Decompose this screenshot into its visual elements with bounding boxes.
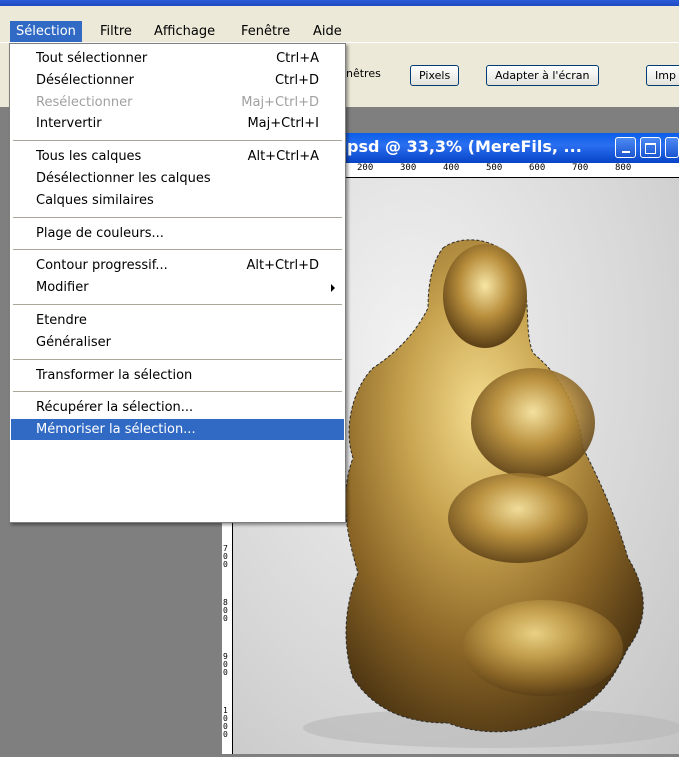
options-partial-label: nêtres: [346, 67, 381, 80]
menu-item-shortcut: Maj+Ctrl+D: [241, 94, 319, 110]
menu-item[interactable]: Désélectionner les calques: [11, 168, 344, 189]
menu-item-label: Intervertir: [36, 116, 102, 132]
sculpture-child: [471, 368, 595, 478]
menu-separator: [13, 304, 342, 305]
sculpture-head: [443, 244, 527, 348]
close-button[interactable]: [665, 137, 679, 158]
menu-item-label: Etendre: [36, 313, 87, 328]
menu-item-shortcut: Alt+Ctrl+A: [247, 149, 319, 165]
menu-item[interactable]: Intervertir Maj+Ctrl+I: [11, 113, 344, 134]
ruler-tick: 600: [529, 163, 546, 173]
menu-item-shortcut: Ctrl+A: [276, 51, 319, 66]
menu-aide[interactable]: Aide: [307, 21, 348, 43]
selection-dropdown-menu: Tout sélectionner Ctrl+A Désélectionner Ctr…: [9, 43, 346, 523]
menu-item-label: Contour progressif...: [36, 258, 168, 274]
menu-separator: [13, 216, 342, 218]
menu-item-label: Généraliser: [36, 334, 111, 350]
ruler-label: 7 0 0: [223, 544, 228, 569]
menu-item[interactable]: Etendre: [11, 310, 344, 331]
minimize-button[interactable]: [615, 137, 636, 158]
menu-separator: [13, 140, 342, 142]
menu-item[interactable]: Tous les calques Alt+Ctrl+A: [11, 146, 344, 167]
menu-item[interactable]: Mémoriser la sélection...: [11, 419, 344, 441]
menu-item[interactable]: Calques similaires: [11, 190, 344, 211]
ruler-label: 1 0 0 0: [223, 706, 228, 739]
maximize-icon: [645, 143, 656, 154]
menu-item[interactable]: Généraliser: [11, 332, 344, 353]
menu-item-label: Calques similaires: [36, 192, 154, 208]
maximize-button[interactable]: [640, 137, 661, 158]
menu-item-label: Récupérer la sélection...: [36, 400, 194, 416]
sculpture-knees: [448, 473, 588, 563]
menu-item-label: Mémoriser la sélection...: [36, 422, 196, 438]
menu-item-label: Désélectionner les calques: [36, 171, 211, 186]
ruler-tick: 500: [486, 163, 503, 173]
ruler-tick: 400: [443, 163, 460, 173]
menu-item[interactable]: Récupérer la sélection...: [11, 397, 344, 418]
fit-screen-button[interactable]: Adapter à l'écran: [486, 65, 599, 86]
menu-item-label: Transformer la sélection: [36, 367, 193, 383]
menu-item[interactable]: Tout sélectionner Ctrl+A: [11, 48, 344, 69]
menu-item-shortcut: Ctrl+D: [274, 72, 319, 88]
submenu-arrow-icon: [331, 284, 335, 293]
menu-item-shortcut: Alt+Ctrl+D: [246, 258, 319, 274]
menu-item-label: Modifier: [36, 280, 89, 296]
menu-item-label: Tous les calques: [36, 149, 142, 165]
document-title: psd @ 33,3% (MereFils, ...: [347, 137, 582, 156]
menu-item[interactable]: Modifier: [11, 277, 344, 298]
menu-item-label: Tout sélectionner: [36, 51, 148, 66]
menu-fenetre[interactable]: Fenêtre: [235, 21, 296, 43]
menu-item-label: Resélectionner: [36, 94, 133, 110]
ruler-label: 9 0 0: [223, 652, 228, 677]
minimize-icon: [621, 151, 630, 153]
ruler-tick: 800: [615, 163, 632, 173]
menu-separator: [13, 358, 342, 360]
menu-filtre[interactable]: Filtre: [94, 21, 138, 43]
sculpture-feet: [463, 600, 623, 696]
menu-item[interactable]: Plage de couleurs...: [11, 223, 344, 244]
menu-item[interactable]: Contour progressif... Alt+Ctrl+D: [11, 255, 344, 276]
menu-separator: [13, 249, 342, 251]
ruler-tick: 300: [400, 163, 417, 173]
print-size-button[interactable]: Imp: [646, 65, 679, 86]
menu-item-shortcut: Maj+Ctrl+I: [247, 116, 319, 132]
menu-item[interactable]: Transformer la sélection: [11, 365, 344, 386]
ruler-label: 8 0 0: [223, 598, 228, 623]
menu-separator: [13, 391, 342, 393]
menu-item-label: Désélectionner: [36, 72, 135, 88]
menu-item-label: Plage de couleurs...: [36, 225, 164, 241]
menu-affichage[interactable]: Affichage: [148, 21, 221, 43]
menu-bar: Sélection Filtre Affichage Fenêtre Aide: [0, 0, 679, 43]
menu-selection[interactable]: Sélection: [10, 21, 82, 43]
menu-item: Resélectionner Maj+Ctrl+D: [11, 92, 344, 113]
pixels-button[interactable]: Pixels: [410, 65, 460, 86]
ruler-tick: 200: [357, 163, 374, 173]
ruler-tick: 700: [572, 163, 589, 173]
window-title-strip: [0, 0, 679, 6]
menu-item[interactable]: Désélectionner Ctrl+D: [11, 70, 344, 91]
